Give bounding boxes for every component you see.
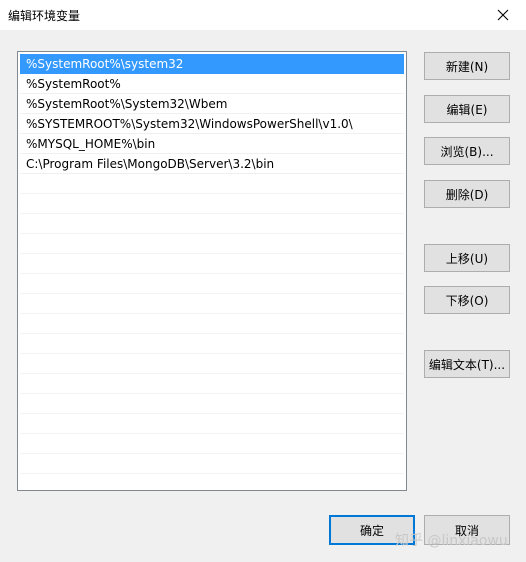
edit-environment-variable-dialog: 编辑环境变量 %SystemRoot%\system32 %SystemRoot… (0, 0, 526, 562)
watermark: 知乎 @linxiaowu (395, 533, 508, 549)
delete-button[interactable]: 删除(D) (424, 180, 510, 208)
window-title: 编辑环境变量 (8, 9, 81, 23)
list-item[interactable]: %SYSTEMROOT%\System32\WindowsPowerShell\… (20, 114, 404, 134)
edit-button[interactable]: 编辑(E) (424, 95, 510, 123)
move-up-button[interactable]: 上移(U) (424, 244, 510, 272)
path-list[interactable]: %SystemRoot%\system32 %SystemRoot% %Syst… (17, 51, 407, 491)
list-item[interactable]: C:\Program Files\MongoDB\Server\3.2\bin (20, 154, 404, 174)
empty-list-row (20, 414, 404, 434)
empty-list-row (20, 194, 404, 214)
browse-button[interactable]: 浏览(B)... (424, 137, 510, 165)
empty-list-row (20, 254, 404, 274)
empty-list-row (20, 434, 404, 454)
edit-text-button[interactable]: 编辑文本(T)... (424, 350, 510, 378)
close-icon (497, 9, 509, 21)
empty-list-row (20, 214, 404, 234)
list-item[interactable]: %SystemRoot%\System32\Wbem (20, 94, 404, 114)
empty-list-row (20, 454, 404, 474)
empty-list-row (20, 394, 404, 414)
path-list-rows: %SystemRoot%\system32 %SystemRoot% %Syst… (20, 54, 404, 474)
empty-list-row (20, 294, 404, 314)
list-item[interactable]: %SystemRoot% (20, 74, 404, 94)
empty-list-row (20, 314, 404, 334)
empty-list-row (20, 174, 404, 194)
move-down-button[interactable]: 下移(O) (424, 286, 510, 314)
new-button[interactable]: 新建(N) (424, 52, 510, 80)
close-button[interactable] (480, 0, 526, 30)
title-bar: 编辑环境变量 (0, 0, 526, 30)
empty-list-row (20, 234, 404, 254)
empty-list-row (20, 334, 404, 354)
list-item[interactable]: %SystemRoot%\system32 (20, 54, 404, 74)
list-item[interactable]: %MYSQL_HOME%\bin (20, 134, 404, 154)
empty-list-row (20, 274, 404, 294)
empty-list-row (20, 354, 404, 374)
empty-list-row (20, 374, 404, 394)
